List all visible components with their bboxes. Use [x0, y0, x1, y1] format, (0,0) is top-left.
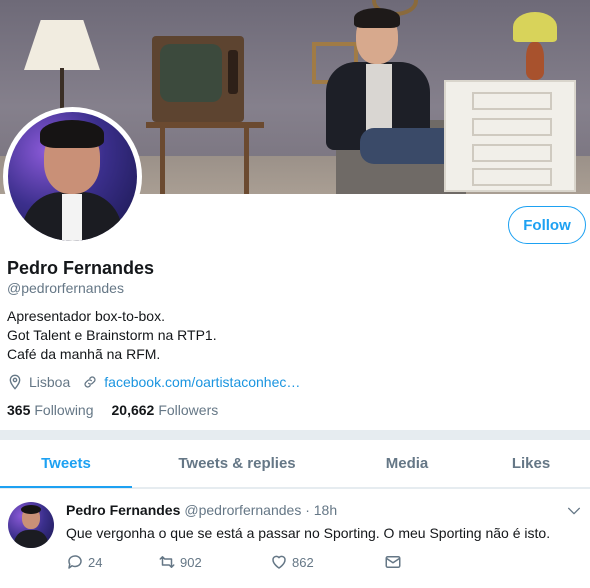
banner-drawer — [472, 92, 552, 110]
profile-name: Pedro Fernandes — [7, 258, 155, 278]
follow-button[interactable]: Follow — [508, 206, 586, 244]
link-icon — [84, 376, 96, 388]
following-label: Following — [34, 402, 94, 418]
tweet-author-name[interactable]: Pedro Fernandes — [66, 502, 180, 518]
message-icon — [385, 556, 401, 568]
tweet-avatar[interactable] — [8, 502, 54, 548]
bio-line: Apresentador box-to-box. — [7, 308, 165, 324]
banner-dresser — [444, 80, 576, 192]
tweet-text: Que vergonha o que se está a passar no S… — [66, 525, 551, 541]
banner-tv-knobs — [228, 50, 238, 94]
tweet-avatar-body — [14, 530, 48, 548]
bio-line: Café da manhã na RFM. — [7, 346, 161, 362]
profile-bio: Apresentador box-to-box. Got Talent e Br… — [7, 307, 217, 364]
banner-table-lamp — [513, 12, 557, 42]
retweet-action[interactable]: 902 — [158, 553, 270, 571]
banner-table-leg — [244, 126, 249, 194]
avatar-hair — [40, 120, 104, 148]
reply-count: 24 — [88, 554, 103, 570]
profile-website-link[interactable]: facebook.com/oartistaconhec… — [104, 374, 300, 390]
location-icon — [9, 374, 21, 390]
banner-drawer — [472, 118, 552, 136]
banner-tv-screen — [160, 44, 222, 102]
profile-stats: 365 Following 20,662 Followers — [7, 402, 236, 418]
followers-label: Followers — [158, 402, 219, 418]
tab-likes[interactable]: Likes — [472, 440, 590, 486]
tab-tweets-replies[interactable]: Tweets & replies — [132, 440, 342, 486]
followers-count: 20,662 — [111, 402, 155, 418]
reply-icon — [68, 555, 82, 569]
chevron-down-icon[interactable] — [566, 503, 582, 519]
banner-drawer — [472, 168, 552, 186]
profile-tabs: Tweets Tweets & replies Media Likes — [0, 440, 590, 488]
retweet-icon — [159, 556, 175, 568]
reply-action[interactable]: 24 — [66, 553, 158, 571]
like-count: 862 — [292, 554, 314, 570]
tab-media[interactable]: Media — [342, 440, 472, 486]
banner-table-leg — [160, 126, 165, 194]
avatar[interactable] — [8, 112, 137, 241]
tweet-header: Pedro Fernandes @pedrorfernandes · 18h — [66, 502, 337, 518]
profile-handle: @pedrorfernandes — [7, 280, 124, 296]
banner-person-hair — [354, 8, 400, 28]
banner-person-shirt — [366, 64, 392, 134]
followers-stat[interactable]: 20,662 Followers — [112, 402, 219, 418]
profile-meta: Lisboa facebook.com/oartistaconhec… — [7, 374, 300, 390]
tweet-author-handle: @pedrorfernandes · 18h — [184, 502, 338, 518]
following-count: 365 — [7, 402, 31, 418]
banner-drawer — [472, 144, 552, 162]
banner-floor-lamp — [24, 20, 100, 70]
following-stat[interactable]: 365 Following — [7, 402, 94, 418]
profile-location: Lisboa — [29, 374, 71, 390]
banner-tv — [152, 36, 244, 122]
tweet[interactable]: Pedro Fernandes @pedrorfernandes · 18h Q… — [0, 489, 590, 588]
tab-tweets[interactable]: Tweets — [0, 440, 132, 488]
tweet-actions: 24 902 862 — [66, 553, 406, 571]
bio-line: Got Talent e Brainstorm na RTP1. — [7, 327, 217, 343]
retweet-count: 902 — [180, 554, 202, 570]
tweet-avatar-hair — [21, 505, 41, 514]
like-action[interactable]: 862 — [270, 553, 384, 571]
message-action[interactable] — [384, 553, 406, 571]
banner-table-lamp-base — [526, 42, 544, 80]
like-icon — [272, 555, 286, 569]
avatar-shirt — [62, 194, 82, 241]
